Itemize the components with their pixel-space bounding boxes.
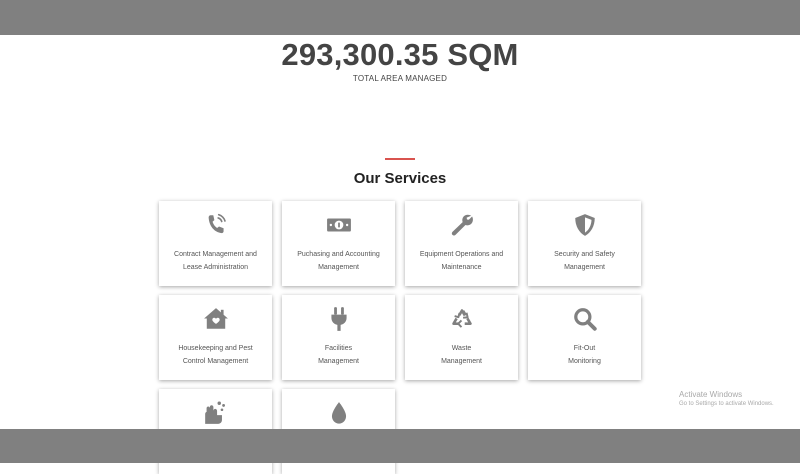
search-icon <box>528 306 641 332</box>
activate-windows-title: Activate Windows <box>679 390 743 399</box>
phone-icon <box>159 212 272 238</box>
shield-icon <box>528 212 641 238</box>
service-card-equipment-operations[interactable]: Equipment Operations and Maintenance <box>405 201 518 286</box>
service-card-security-safety[interactable]: Security and Safety Management <box>528 201 641 286</box>
service-label: Facilities Management <box>318 345 359 365</box>
recycle-icon <box>405 306 518 332</box>
activate-windows-subtitle: Go to Settings to activate Windows. <box>679 401 774 407</box>
money-icon <box>282 212 395 238</box>
plug-icon <box>282 306 395 332</box>
service-label: Puchasing and Accounting Management <box>297 251 380 271</box>
total-area-value: 293,300.35 SQM <box>281 37 519 72</box>
service-card-waste[interactable]: Waste Management <box>405 295 518 380</box>
section-accent-divider <box>385 158 415 160</box>
service-card-contract-management[interactable]: Contract Management and Lease Administrat… <box>159 201 272 286</box>
service-label: Equipment Operations and Maintenance <box>419 251 504 271</box>
service-card-purchasing-accounting[interactable]: Puchasing and Accounting Management <box>282 201 395 286</box>
wrench-icon <box>405 212 518 238</box>
service-label: Waste Management <box>441 345 482 365</box>
house-icon <box>159 306 272 332</box>
hands-wash-icon <box>159 400 272 426</box>
top-gray-bar <box>0 0 800 35</box>
bottom-gray-bar <box>0 429 800 463</box>
water-drop-icon <box>282 400 395 426</box>
service-label: Fit-Out Monitoring <box>568 345 601 365</box>
service-card-facilities[interactable]: Facilities Management <box>282 295 395 380</box>
service-label: Housekeeping and Pest Control Management <box>178 345 253 365</box>
service-card-housekeeping[interactable]: Housekeeping and Pest Control Management <box>159 295 272 380</box>
service-label: Security and Safety Management <box>554 251 615 271</box>
total-area-label: TOTAL AREA MANAGED <box>352 74 448 83</box>
service-label: Contract Management and Lease Administrat… <box>174 251 257 271</box>
service-card-fit-out-monitoring[interactable]: Fit-Out Monitoring <box>528 295 641 380</box>
section-title: Our Services <box>353 170 447 187</box>
